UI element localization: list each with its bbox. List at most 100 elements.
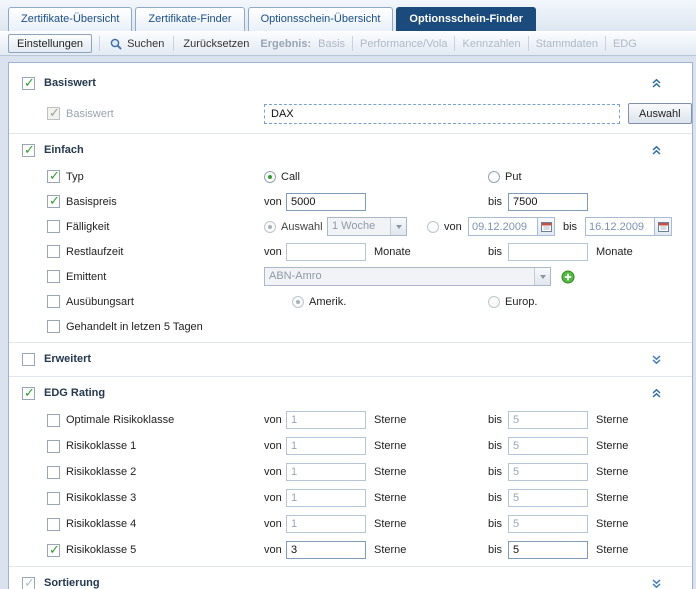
risikoklasse-1-checkbox[interactable] bbox=[47, 440, 60, 453]
optimale-risikoklasse-checkbox[interactable] bbox=[47, 414, 60, 427]
collapse-up-icon[interactable] bbox=[651, 145, 662, 156]
edg-section-checkbox[interactable] bbox=[22, 387, 35, 400]
edg-row: Risikoklasse 3 von Sterne bis Sterne bbox=[9, 485, 692, 511]
edg-von-input bbox=[286, 463, 366, 481]
erweitert-section-checkbox[interactable] bbox=[22, 353, 35, 366]
call-radio[interactable] bbox=[264, 171, 276, 183]
sortierung-header: Sortierung bbox=[9, 569, 692, 589]
auswahl-button[interactable]: Auswahl bbox=[628, 103, 692, 124]
sortierung-title: Sortierung bbox=[44, 577, 100, 589]
erweitert-title: Erweitert bbox=[44, 353, 91, 365]
typ-row: Typ Call Put bbox=[9, 164, 692, 189]
von-label: von bbox=[264, 196, 286, 208]
einfach-header: Einfach bbox=[9, 136, 692, 164]
suchen-button[interactable]: Suchen bbox=[107, 35, 166, 53]
von-label: von bbox=[264, 518, 286, 530]
edg-header: EDG Rating bbox=[9, 379, 692, 407]
tab-optionsschein-uebersicht[interactable]: Optionsschein-Übersicht bbox=[248, 7, 394, 31]
edg-row-label: Optimale Risikoklasse bbox=[66, 414, 174, 426]
basiswert-section-checkbox[interactable] bbox=[22, 77, 35, 90]
suchen-label: Suchen bbox=[127, 38, 164, 50]
edg-bis-input bbox=[508, 437, 588, 455]
toolbar-separator bbox=[454, 36, 455, 51]
zuruecksetzen-button[interactable]: Zurücksetzen bbox=[181, 36, 251, 52]
edg-bis-input[interactable] bbox=[508, 541, 588, 559]
edg-row-label: Risikoklasse 3 bbox=[66, 492, 136, 504]
basispreis-bis-input[interactable] bbox=[508, 193, 588, 211]
sterne-label: Sterne bbox=[596, 440, 628, 452]
edg-row-label: Risikoklasse 1 bbox=[66, 440, 136, 452]
add-emittent-icon[interactable] bbox=[561, 270, 575, 284]
einstellungen-button[interactable]: Einstellungen bbox=[8, 34, 92, 53]
sterne-label: Sterne bbox=[596, 414, 628, 426]
expand-down-icon[interactable] bbox=[651, 578, 662, 589]
faelligkeit-checkbox[interactable] bbox=[47, 220, 60, 233]
section-erweitert: Erweitert bbox=[9, 343, 692, 377]
einfach-title: Einfach bbox=[44, 144, 84, 156]
sortierung-section-checkbox[interactable] bbox=[22, 577, 35, 589]
call-label: Call bbox=[281, 171, 300, 183]
tab-zertifikate-uebersicht[interactable]: Zertifikate-Übersicht bbox=[8, 7, 132, 31]
collapse-up-icon[interactable] bbox=[651, 388, 662, 399]
faelligkeit-bis-date bbox=[585, 217, 672, 236]
ausuebungsart-checkbox[interactable] bbox=[47, 295, 60, 308]
typ-label: Typ bbox=[66, 171, 84, 183]
risikoklasse-2-checkbox[interactable] bbox=[47, 466, 60, 479]
monate-label: Monate bbox=[596, 246, 633, 258]
bis-label: bis bbox=[488, 544, 508, 556]
section-einfach: Einfach Typ Call Put Basispreis bbox=[9, 134, 692, 343]
edg-row-label: Risikoklasse 4 bbox=[66, 518, 136, 530]
toolbar-separator bbox=[173, 36, 174, 51]
restlaufzeit-row: Restlaufzeit von Monate bis Monate bbox=[9, 239, 692, 264]
sterne-label: Sterne bbox=[596, 518, 628, 530]
edg-von-input[interactable] bbox=[286, 541, 366, 559]
einstellungen-label: Einstellungen bbox=[17, 38, 83, 50]
typ-checkbox[interactable] bbox=[47, 170, 60, 183]
faelligkeit-von-radio bbox=[427, 221, 439, 233]
basispreis-checkbox[interactable] bbox=[47, 195, 60, 208]
monate-label: Monate bbox=[374, 246, 488, 258]
gehandelt-row: Gehandelt in letzen 5 Tagen bbox=[9, 314, 692, 339]
sterne-label: Sterne bbox=[596, 544, 628, 556]
basiswert-input[interactable] bbox=[264, 104, 620, 124]
europ-radio bbox=[488, 296, 500, 308]
faelligkeit-period-dropdown: 1 Woche bbox=[327, 217, 407, 236]
risikoklasse-3-checkbox[interactable] bbox=[47, 492, 60, 505]
von-label: von bbox=[264, 492, 286, 504]
faelligkeit-von-date bbox=[468, 217, 555, 236]
edg-title: EDG Rating bbox=[44, 387, 105, 399]
tab-zertifikate-finder[interactable]: Zertifikate-Finder bbox=[135, 7, 244, 31]
basispreis-label: Basispreis bbox=[66, 196, 117, 208]
einfach-section-checkbox[interactable] bbox=[22, 144, 35, 157]
put-label: Put bbox=[505, 171, 522, 183]
bis-label: bis bbox=[488, 414, 508, 426]
dropdown-arrow-icon bbox=[534, 268, 550, 285]
basiswert-header: Basiswert bbox=[9, 69, 692, 97]
sterne-label: Sterne bbox=[374, 466, 488, 478]
von-label: von bbox=[264, 466, 286, 478]
expand-down-icon[interactable] bbox=[651, 354, 662, 365]
faelligkeit-von-date-input bbox=[468, 217, 538, 236]
bis-label: bis bbox=[488, 246, 508, 258]
tab-bar: Zertifikate-Übersicht Zertifikate-Finder… bbox=[0, 0, 696, 31]
gehandelt-checkbox[interactable] bbox=[47, 320, 60, 333]
finder-panel: Basiswert Basiswert Auswahl Einfach bbox=[8, 62, 693, 589]
section-sortierung: Sortierung bbox=[9, 567, 692, 589]
edg-von-input bbox=[286, 489, 366, 507]
bis-label: bis bbox=[488, 440, 508, 452]
faelligkeit-row: Fälligkeit Auswahl 1 Woche von bis bbox=[9, 214, 692, 239]
emittent-checkbox[interactable] bbox=[47, 270, 60, 283]
faelligkeit-bis-label: bis bbox=[563, 221, 585, 233]
collapse-up-icon[interactable] bbox=[651, 78, 662, 89]
sterne-label: Sterne bbox=[374, 518, 488, 530]
sterne-label: Sterne bbox=[596, 466, 628, 478]
basispreis-von-input[interactable] bbox=[286, 193, 366, 211]
result-tab-stammdaten: Stammdaten bbox=[536, 38, 598, 50]
risikoklasse-4-checkbox[interactable] bbox=[47, 518, 60, 531]
von-label: von bbox=[264, 414, 286, 426]
amerik-label: Amerik. bbox=[309, 296, 346, 308]
tab-optionsschein-finder[interactable]: Optionsschein-Finder bbox=[396, 7, 536, 31]
restlaufzeit-checkbox[interactable] bbox=[47, 245, 60, 258]
risikoklasse-5-checkbox[interactable] bbox=[47, 544, 60, 557]
put-radio[interactable] bbox=[488, 171, 500, 183]
